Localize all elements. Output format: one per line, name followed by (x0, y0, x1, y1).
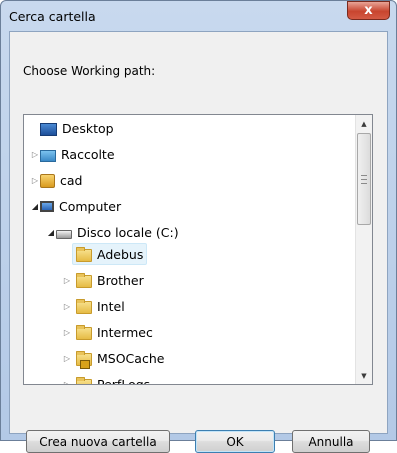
expand-arrow-icon[interactable]: ▷ (30, 176, 40, 185)
scroll-thumb[interactable] (357, 133, 371, 225)
cancel-button[interactable]: Annulla (292, 430, 370, 453)
tree-item-adebus[interactable]: Adebus (62, 243, 148, 265)
collapse-arrow-icon[interactable]: ◢ (46, 228, 56, 237)
computer-icon (40, 201, 54, 212)
local-disk-icon (56, 230, 72, 239)
expand-arrow-icon[interactable]: ▷ (62, 354, 72, 363)
tree-item-label: PerfLogs (97, 376, 151, 385)
scroll-up-icon: ▲ (361, 119, 367, 128)
tree-item-label: Brother (97, 272, 144, 288)
instruction-label: Choose Working path: (23, 64, 156, 78)
expand-arrow-icon[interactable]: ▷ (62, 302, 72, 311)
tree-item-raccolte[interactable]: ▷ Raccolte (30, 143, 115, 165)
tree-item-label: Computer (59, 198, 122, 214)
expand-arrow-icon[interactable]: ▷ (62, 328, 72, 337)
tree-item-msocache[interactable]: ▷ MSOCache (62, 347, 164, 369)
libraries-icon (40, 149, 56, 162)
lock-icon (80, 359, 90, 369)
close-button[interactable]: x (347, 1, 390, 20)
scroll-down-button[interactable]: ▼ (356, 367, 372, 384)
folder-icon (76, 298, 92, 314)
tree-item-intermec[interactable]: ▷ Intermec (62, 321, 153, 343)
tree-item-label: Adebus (97, 246, 144, 262)
tree-item-label: Desktop (62, 120, 114, 136)
tree-item-local-disk[interactable]: ◢ Disco locale (C:) (46, 221, 179, 243)
vertical-scrollbar[interactable]: ▲ ▼ (355, 115, 372, 384)
expand-arrow-icon[interactable]: ▷ (62, 380, 72, 385)
collapse-arrow-icon[interactable]: ◢ (30, 202, 40, 211)
tree-item-brother[interactable]: ▷ Brother (62, 269, 144, 291)
new-folder-button[interactable]: Crea nuova cartella (26, 430, 170, 453)
dialog-window: Cerca cartella x Choose Working path: De… (0, 0, 397, 453)
locked-folder-icon (76, 350, 92, 369)
window-title: Cerca cartella (9, 9, 96, 24)
tree-item-intel[interactable]: ▷ Intel (62, 295, 125, 317)
tree-item-perflogs[interactable]: ▷ PerfLogs (62, 373, 151, 385)
tree-item-label: Intermec (97, 324, 153, 340)
title-bar[interactable]: Cerca cartella x (1, 1, 396, 31)
dialog-body: Choose Working path: Desktop ▷ Raccolte … (9, 31, 388, 453)
scroll-up-button[interactable]: ▲ (356, 115, 372, 132)
folder-icon (76, 246, 92, 262)
grip-icon (361, 174, 367, 184)
tree-item-label: Raccolte (61, 146, 115, 162)
scroll-down-icon: ▼ (361, 371, 367, 380)
tree-item-label: cad (60, 172, 83, 188)
expand-arrow-icon[interactable]: ▷ (62, 276, 72, 285)
desktop-icon (40, 122, 57, 136)
tree-item-desktop[interactable]: Desktop (30, 117, 114, 139)
folder-tree[interactable]: Desktop ▷ Raccolte ▷ cad ◢ Computer ◢ Di… (23, 114, 373, 385)
tree-item-label: Intel (97, 298, 125, 314)
folder-icon (76, 376, 92, 384)
expand-arrow-icon[interactable]: ▷ (30, 150, 40, 159)
ok-button[interactable]: OK (195, 430, 275, 453)
close-icon: x (364, 3, 373, 18)
tree-item-label: Disco locale (C:) (77, 224, 179, 240)
tree-item-cad[interactable]: ▷ cad (30, 169, 82, 191)
tree-item-label: MSOCache (97, 350, 165, 366)
folder-icon (76, 272, 92, 288)
folder-icon (76, 324, 92, 340)
selected-highlight: Adebus (72, 243, 148, 265)
user-folder-icon (40, 173, 55, 188)
tree-item-computer[interactable]: ◢ Computer (30, 195, 121, 217)
